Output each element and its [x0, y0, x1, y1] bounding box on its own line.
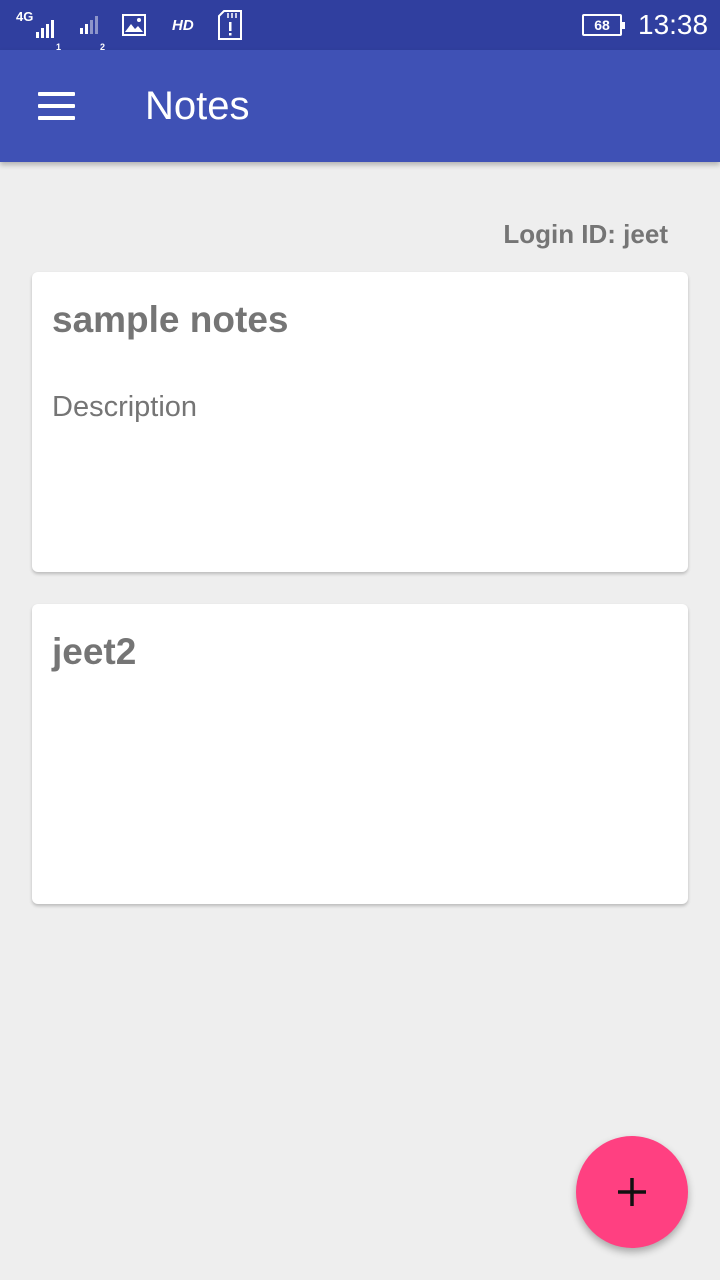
login-id-label: Login ID: jeet: [503, 219, 668, 249]
network-type-label: 4G: [16, 9, 34, 24]
battery-level: 68: [594, 17, 610, 33]
add-icon: [618, 1178, 646, 1206]
note-description: Description: [52, 391, 198, 423]
gallery-icon: [122, 0, 146, 50]
clock: 13:38: [638, 9, 709, 40]
note-card[interactable]: jeet2: [32, 604, 688, 904]
note-card[interactable]: sample notes Description: [32, 272, 688, 572]
signal-sim1-icon: 1: [36, 0, 61, 52]
hamburger-menu-icon[interactable]: [24, 78, 88, 134]
page-title: Notes: [145, 84, 250, 128]
hd-voice-label: HD: [172, 16, 194, 34]
status-bar: 4G 1 2 HD 68 13:38: [0, 0, 720, 52]
battery-icon: 68: [582, 0, 625, 50]
signal-sim2-icon: 2: [80, 0, 105, 52]
app-bar: Notes: [0, 50, 720, 162]
note-title: sample notes: [52, 299, 289, 340]
add-note-button[interactable]: [576, 1136, 688, 1248]
sd-card-icon: [217, 0, 243, 50]
note-title: jeet2: [52, 631, 137, 672]
